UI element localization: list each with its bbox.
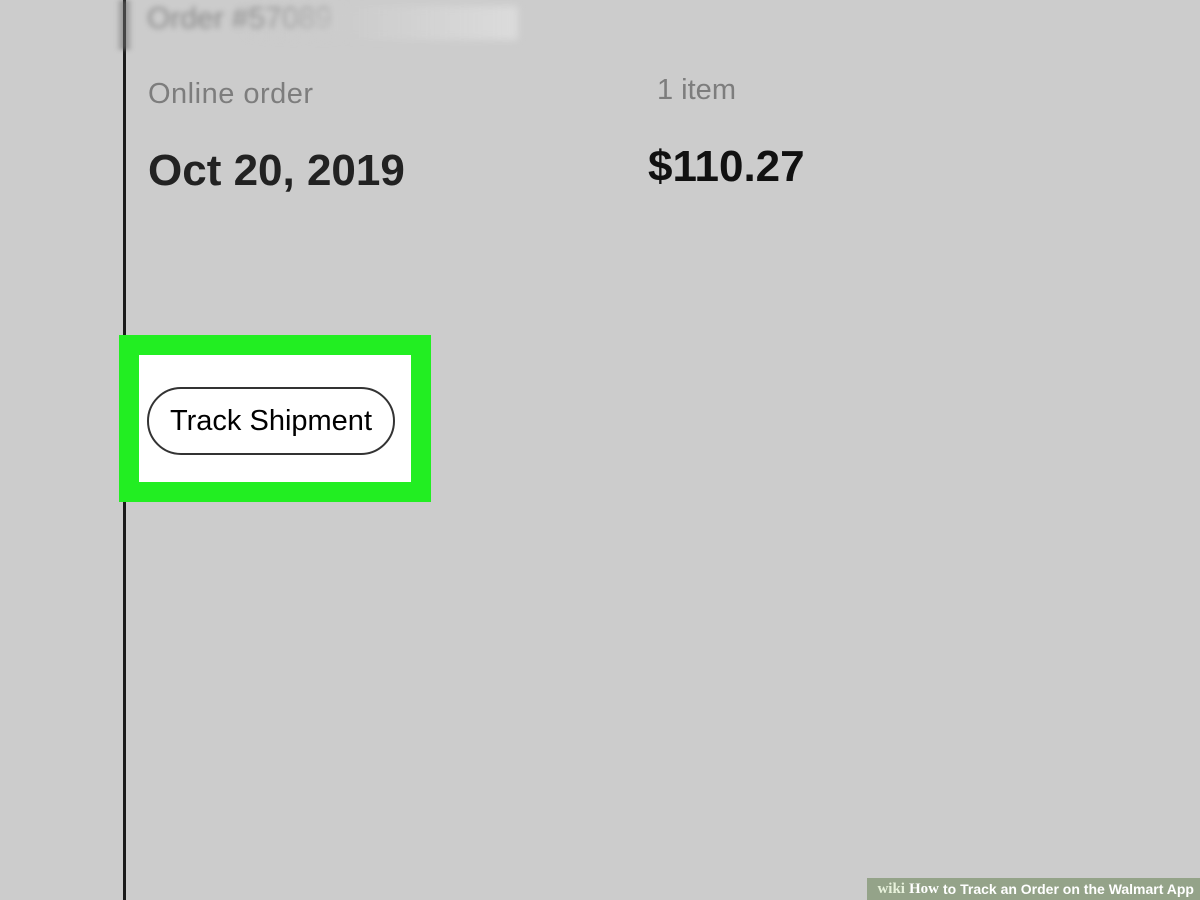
order-total: $110.27 [648, 142, 805, 191]
order-date: Oct 20, 2019 [148, 146, 405, 195]
wikihow-watermark: wiki How to Track an Order on the Walmart… [867, 878, 1200, 900]
watermark-wiki: wiki [877, 880, 905, 897]
watermark-how: How [908, 880, 939, 897]
order-number-redaction [238, 6, 518, 40]
item-count: 1 item [657, 74, 736, 106]
track-shipment-button[interactable]: Track Shipment [147, 387, 395, 455]
watermark-title: to Track an Order on the Walmart App [942, 881, 1194, 897]
timeline-node [116, 0, 133, 50]
order-type-label: Online order [148, 78, 314, 110]
